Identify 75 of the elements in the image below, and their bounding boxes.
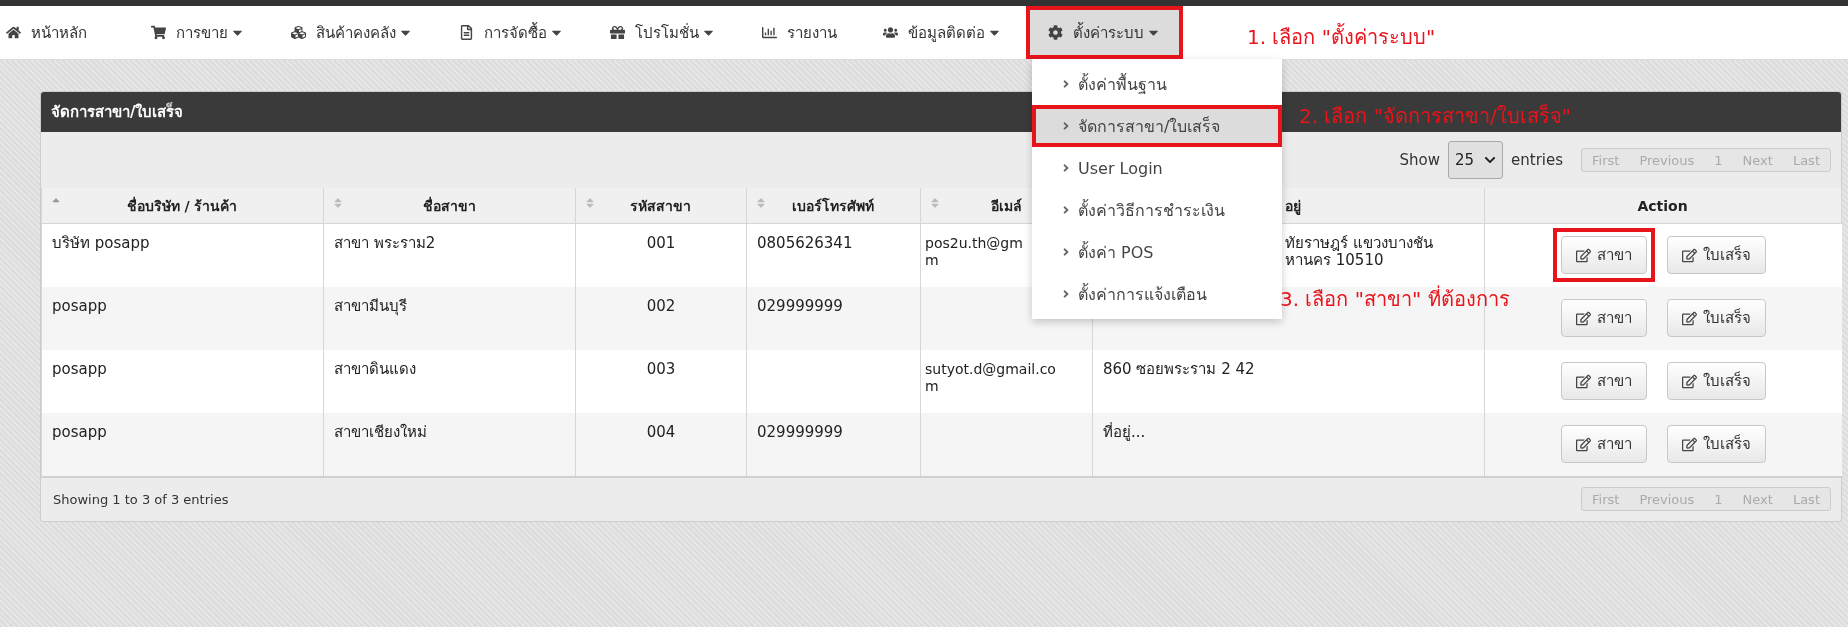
table-cell: สาขาเชียงใหม่ — [334, 422, 427, 441]
bar-chart-icon — [762, 25, 777, 40]
table-cell: posapp — [52, 296, 107, 315]
nav-item[interactable]: โปรโมชั่น — [588, 6, 738, 59]
document-icon — [459, 25, 474, 40]
table-cell: ทัยราษฎร์ แขวงบางชัน หานคร 10510 — [1285, 235, 1433, 269]
table-cell: 0805626341 — [757, 234, 853, 252]
table-cell: บริษัท posapp — [52, 234, 150, 252]
users-icon — [883, 25, 898, 40]
home-icon — [6, 25, 21, 40]
column-header[interactable]: Action — [1484, 188, 1842, 224]
edit-icon — [1681, 310, 1697, 326]
column-header[interactable]: เบอร์โทรศัพท์ — [746, 188, 921, 224]
entries-info: Showing 1 to 3 of 3 entries — [53, 491, 229, 507]
chevron-down-icon — [1484, 154, 1496, 166]
table-cell: 003 — [646, 359, 676, 378]
cart-icon — [151, 25, 166, 40]
annotation-text: 3. เลือก "สาขา" ที่ต้องการ — [1280, 284, 1510, 313]
edit-icon — [1575, 310, 1591, 326]
table-cell: 860 ซอยพระราม 2 42 — [1103, 360, 1255, 378]
table-cell: สาขามีนบุรี — [334, 296, 407, 315]
entries-select[interactable]: 25 — [1447, 141, 1503, 179]
nav-item[interactable]: หน้าหลัก — [2, 6, 129, 59]
sort-icon — [332, 197, 344, 209]
edit-button[interactable]: สาขา — [1560, 236, 1647, 275]
table-cell: posapp — [52, 359, 107, 378]
edit-button[interactable]: ใบเสร็จ — [1666, 362, 1766, 400]
show-label: Show — [1399, 151, 1440, 169]
edit-icon — [1681, 436, 1697, 452]
nav-item[interactable]: สินค้าคงคลัง — [269, 6, 435, 59]
menu-item[interactable]: ตั้งค่า POS — [1032, 231, 1282, 273]
table-cell: sutyot.d@gmail.co m — [925, 360, 1056, 394]
annotation-text: 1. เลือก "ตั้งค่าระบบ" — [1247, 22, 1436, 51]
edit-button[interactable]: สาขา — [1560, 425, 1647, 463]
table-cell: pos2u.th@gm m — [925, 235, 1023, 268]
table-cell: posapp — [52, 422, 107, 441]
column-header[interactable]: รหัสสาขา — [575, 188, 747, 224]
entries-label: entries — [1511, 151, 1563, 169]
column-header[interactable]: ชื่อสาขา — [323, 188, 576, 224]
edit-icon — [1575, 247, 1591, 263]
nav-item[interactable]: ข้อมูลติดต่อ — [861, 6, 1024, 59]
edit-icon — [1575, 436, 1591, 452]
table-cell: สาขาดินแดง — [334, 359, 416, 378]
menu-item[interactable]: จัดการสาขา/ใบเสร็จ — [1032, 105, 1282, 147]
edit-icon — [1681, 247, 1697, 263]
menu-item[interactable]: ตั้งค่าการแจ้งเตือน — [1032, 273, 1282, 315]
column-header[interactable]: ชื่อบริษัท / ร้านค้า — [41, 188, 324, 224]
edit-button[interactable]: ใบเสร็จ — [1666, 236, 1766, 275]
nav-item[interactable]: รายงาน — [740, 6, 859, 59]
edit-button[interactable]: สาขา — [1560, 299, 1647, 337]
edit-button[interactable]: ใบเสร็จ — [1666, 299, 1766, 337]
edit-button[interactable]: สาขา — [1560, 362, 1647, 400]
cubes-icon — [291, 25, 306, 40]
sort-icon — [929, 197, 941, 209]
table-cell: 004 — [646, 422, 676, 441]
edit-icon — [1575, 373, 1591, 389]
menu-item[interactable]: ตั้งค่าวิธีการชำระเงิน — [1032, 189, 1282, 231]
edit-button[interactable]: ใบเสร็จ — [1666, 425, 1766, 463]
edit-icon — [1681, 373, 1697, 389]
sort-icon — [584, 197, 596, 209]
gift-icon — [610, 25, 625, 40]
table-cell: 001 — [646, 234, 676, 252]
nav-item[interactable]: การจัดซื้อ — [437, 6, 586, 59]
table-cell: 029999999 — [757, 422, 843, 441]
sort-icon — [755, 197, 767, 209]
menu-item[interactable]: User Login — [1032, 147, 1282, 189]
table-cell: 002 — [646, 296, 676, 315]
table-cell: สาขา พระราม2 — [334, 234, 436, 252]
table-cell: 029999999 — [757, 296, 843, 315]
menu-item[interactable]: ตั้งค่าพื้นฐาน — [1032, 63, 1282, 105]
nav-item[interactable]: ตั้งค่าระบบ — [1026, 6, 1183, 59]
annotation-text: 2. เลือก "จัดการสาขา/ใบเสร็จ" — [1299, 102, 1571, 130]
table-cell: ที่อยู่... — [1103, 423, 1146, 441]
settings-icon — [1048, 25, 1063, 40]
nav-item[interactable]: การขาย — [129, 6, 267, 59]
